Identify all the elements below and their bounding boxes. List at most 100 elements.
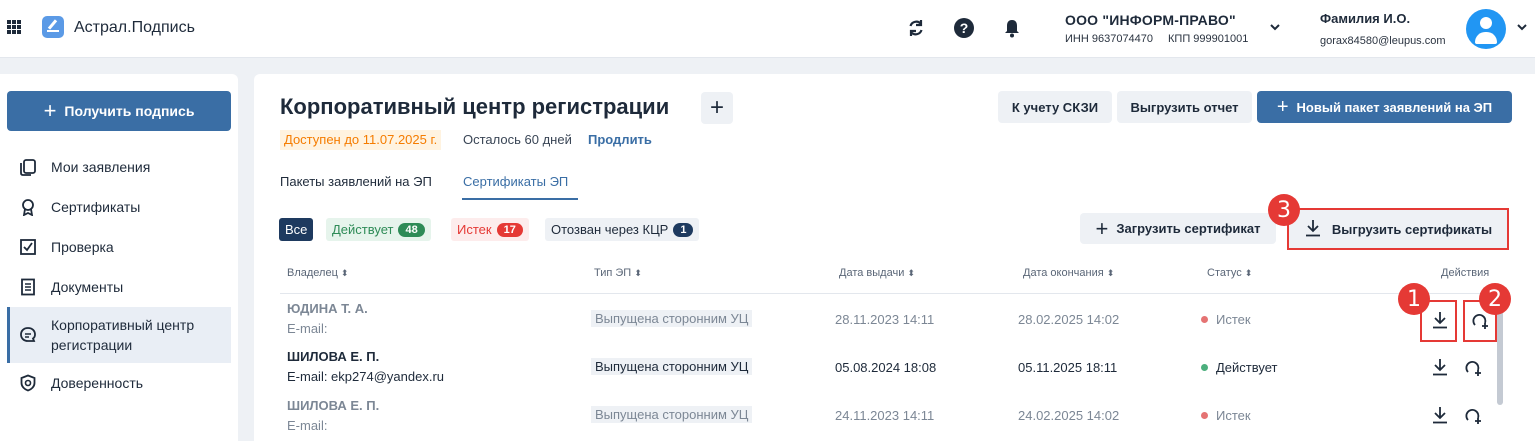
bell-icon[interactable] [1001, 17, 1023, 39]
get-signature-button[interactable]: + Получить подпись [7, 91, 231, 131]
owner-name: ШИЛОВА Е. П. [287, 349, 380, 364]
status-dot [1201, 412, 1208, 419]
sidebar-item-label: Доверенность [51, 375, 144, 391]
organization-inn: ИНН 9637074470 [1065, 33, 1154, 45]
count-badge: 17 [496, 222, 523, 237]
count-badge: 48 [398, 222, 425, 237]
sidebar-item-label: Корпоративный центр регистрации [51, 317, 195, 353]
award-icon [19, 198, 37, 216]
sidebar-item-verification[interactable]: Проверка [7, 227, 231, 267]
column-label: Тип ЭП [594, 267, 632, 279]
filter-label: Истек [457, 222, 492, 237]
export-certificates-label: Выгрузить сертификаты [1331, 221, 1493, 237]
copy-icon [19, 158, 37, 176]
sidebar-item-certificates[interactable]: Сертификаты [7, 187, 231, 227]
owner-name: ЮДИНА Т. А. [287, 301, 368, 316]
user-name[interactable]: Фамилия И.О. [1320, 11, 1410, 26]
status-dot [1201, 316, 1208, 323]
filter-label: Отозван через КЦР [551, 222, 669, 237]
checkbox-icon [19, 238, 37, 256]
download-icon[interactable] [1430, 405, 1450, 425]
tab-certificates[interactable]: Сертификаты ЭП [463, 174, 568, 189]
expiry-date: 24.02.2025 14:02 [1018, 408, 1120, 423]
skzi-button[interactable]: К учету СКЗИ [998, 91, 1112, 123]
available-until-badge: Доступен до 11.07.2025 г. [280, 130, 442, 150]
chat-icon [19, 326, 37, 344]
apps-grid-icon[interactable] [7, 20, 21, 34]
user-chevron-down-icon[interactable] [1517, 20, 1527, 34]
sidebar-item-documents[interactable]: Документы [7, 267, 231, 307]
status-label: Действует [1216, 360, 1278, 375]
extend-link[interactable]: Продлить [588, 132, 652, 147]
signature-type: Выпущена сторонним УЦ [591, 406, 753, 423]
new-package-label: Новый пакет заявлений на ЭП [1296, 99, 1493, 115]
count-badge: 1 [673, 222, 694, 237]
refresh-icon[interactable] [905, 17, 927, 39]
add-button[interactable]: + [701, 92, 733, 124]
tab-application-packages[interactable]: Пакеты заявлений на ЭП [280, 174, 432, 189]
sidebar-item-label: Мои заявления [51, 159, 151, 175]
status-badge: Действует [1201, 360, 1277, 375]
download-icon[interactable] [1430, 310, 1450, 330]
export-certificates-button[interactable]: Выгрузить сертификаты [1287, 208, 1509, 250]
plus-icon: + [43, 98, 57, 123]
organization-kpp: КПП 999901001 [1168, 33, 1249, 45]
renew-certificate-icon[interactable] [1463, 357, 1483, 377]
top-bar: Астрал.Подпись ? ООО "ИНФОРМ-ПРАВО" ИНН … [0, 0, 1535, 58]
filter-label: Действует [332, 222, 394, 237]
sidebar-item-my-applications[interactable]: Мои заявления [7, 147, 231, 187]
issue-date: 24.11.2023 14:11 [835, 408, 935, 423]
app-logo-icon [42, 16, 64, 38]
sidebar-item-power-of-attorney[interactable]: Доверенность [7, 363, 231, 403]
filter-label: Все [285, 222, 308, 237]
status-badge: Истек [1201, 408, 1251, 423]
column-header-status[interactable]: Статус ⬍ [1207, 267, 1252, 279]
new-package-button[interactable]: + Новый пакет заявлений на ЭП [1257, 91, 1512, 123]
issue-date: 28.11.2023 14:11 [835, 312, 935, 327]
renew-certificate-icon[interactable] [1463, 405, 1483, 425]
plus-icon: + [1095, 215, 1109, 241]
org-chevron-down-icon[interactable] [1270, 20, 1280, 34]
signature-type: Выпущена сторонним УЦ [591, 310, 753, 327]
filter-revoked-chip[interactable]: Отозван через КЦР 1 [545, 218, 700, 241]
table-header-divider [280, 293, 1510, 294]
column-label: Дата выдачи [839, 267, 905, 279]
owner-name: ШИЛОВА Е. П. [287, 398, 380, 413]
document-icon [19, 278, 37, 296]
days-left-text: Осталось 60 дней [463, 132, 572, 147]
filter-all-chip[interactable]: Все [279, 218, 314, 241]
column-header-type[interactable]: Тип ЭП ⬍ [594, 267, 642, 279]
column-header-owner[interactable]: Владелец ⬍ [287, 267, 348, 279]
column-label: Владелец [287, 267, 338, 279]
annotation-badge-3: 3 [1268, 194, 1300, 226]
download-icon[interactable] [1430, 357, 1450, 377]
annotation-badge-2: 2 [1479, 283, 1511, 315]
export-report-button[interactable]: Выгрузить отчет [1117, 91, 1252, 123]
scrollbar[interactable] [1497, 300, 1503, 405]
help-icon[interactable]: ? [953, 17, 975, 39]
active-tab-indicator [462, 198, 578, 200]
column-label: Статус [1207, 267, 1242, 279]
main-panel [254, 74, 1535, 441]
plus-icon: + [709, 94, 724, 121]
issue-date: 05.08.2024 18:08 [835, 360, 937, 375]
filter-active-chip[interactable]: Действует 48 [326, 218, 431, 241]
sort-icon: ⬍ [1244, 268, 1253, 278]
organization-name[interactable]: ООО "ИНФОРМ-ПРАВО" [1065, 12, 1236, 28]
sidebar-item-label: Проверка [51, 239, 114, 255]
column-header-issued[interactable]: Дата выдачи ⬍ [839, 267, 915, 279]
avatar[interactable] [1466, 9, 1506, 49]
sidebar-item-label: Сертификаты [51, 199, 141, 215]
upload-certificate-button[interactable]: + Загрузить сертификат [1080, 213, 1276, 244]
app-title[interactable]: Астрал.Подпись [74, 19, 195, 37]
sidebar: + Получить подпись Мои заявления Сертифи… [0, 74, 238, 441]
get-signature-label: Получить подпись [64, 103, 195, 119]
column-header-expires[interactable]: Дата окончания ⬍ [1023, 267, 1114, 279]
status-label: Истек [1216, 312, 1251, 327]
sidebar-item-label: Документы [51, 279, 124, 295]
page-title: Корпоративный центр регистрации [280, 94, 670, 119]
filter-expired-chip[interactable]: Истек 17 [451, 218, 529, 241]
sort-icon: ⬍ [340, 268, 349, 278]
owner-email: E-mail: [287, 418, 328, 433]
sidebar-item-corporate-center[interactable]: Корпоративный центр регистрации [7, 307, 231, 363]
